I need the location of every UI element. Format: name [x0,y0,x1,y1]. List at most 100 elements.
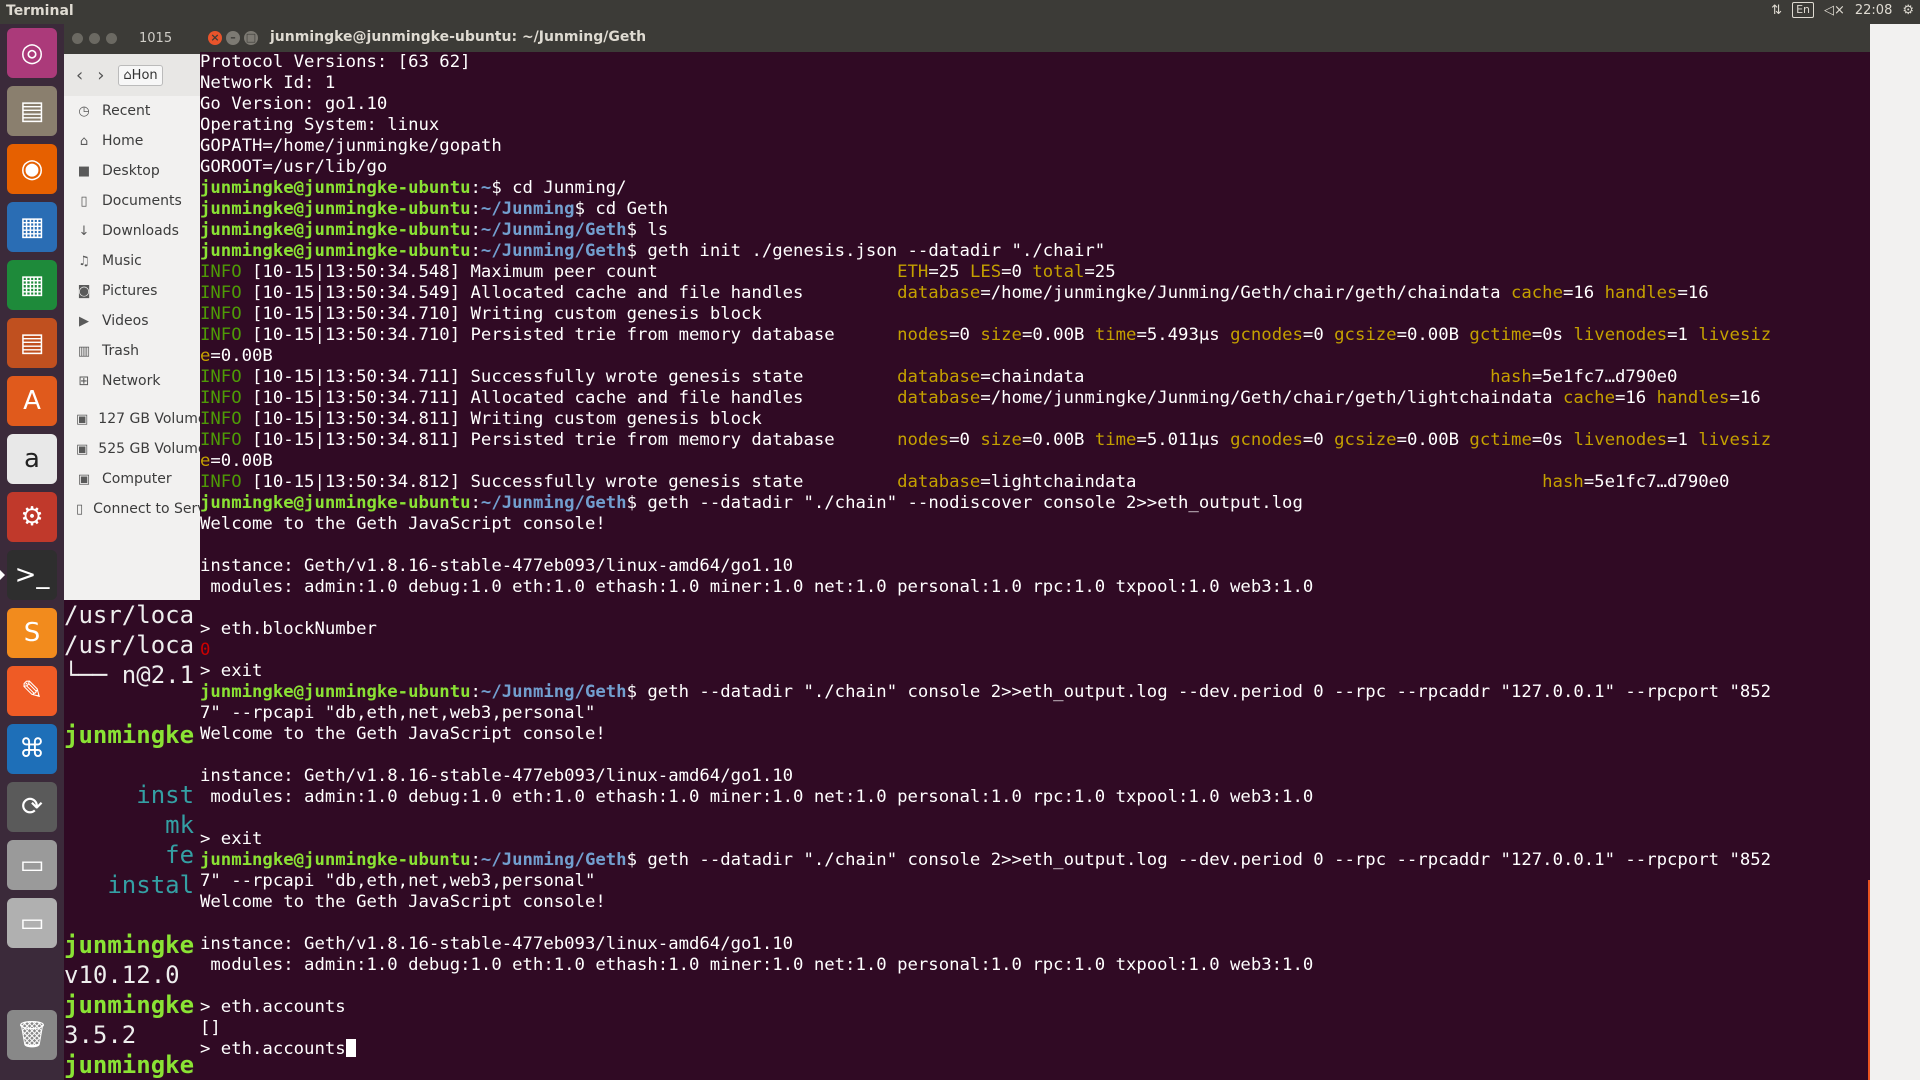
terminal-text: > exit [200,661,263,681]
sidebar-item-videos[interactable]: ▶ Videos [64,306,200,336]
terminal-text: $ geth init ./genesis.json --datadir "./… [626,241,1106,261]
launcher-libreoffice-calc-icon[interactable]: ▦ [7,260,57,310]
gear-icon[interactable]: ⚙ [1902,3,1914,18]
sidebar-item-downloads[interactable]: ↓ Downloads [64,216,200,246]
terminal-text: LES [969,262,1002,282]
sidebar-item-recent[interactable]: ◷ Recent [64,96,200,126]
terminal-text: =16 [1729,388,1761,408]
launcher-amazon-icon[interactable]: a [7,434,57,484]
terminal-line: junmingke@junmingke-ubuntu:~/Junming/Get… [200,241,1870,262]
launcher-software-updater-icon[interactable]: ⟳ [7,782,57,832]
terminal-text: GOROOT=/usr/lib/go [200,157,388,177]
file-manager-window[interactable]: 1015 ‹ › ⌂Hon ◷ Recent ⌂ Home ■ Desktop ▯ Docum… [64,24,200,600]
terminal-window[interactable]: × – □ junmingke@junmingke-ubuntu: ~/Junm… [200,24,1870,1080]
terminal-line: Protocol Versions: [63 62] [200,52,1870,73]
launcher-libreoffice-writer-icon[interactable]: ▦ [7,202,57,252]
launcher-vscode-icon[interactable]: ⌘ [7,724,57,774]
sidebar-item-documents[interactable]: ▯ Documents [64,186,200,216]
terminal-text: size [980,430,1022,450]
computer-icon: ▣ [77,471,91,487]
launcher-ubuntu-dash-icon[interactable]: ◎ [7,28,57,78]
launcher-trash-icon[interactable]: 🗑 [7,1010,57,1060]
sidebar-item-music[interactable]: ♫ Music [64,246,200,276]
terminal-line: INFO [10-15|13:50:34.710] Persisted trie… [200,325,1870,346]
background-terminal-line: mk [64,811,195,839]
terminal-line: Go Version: go1.10 [200,94,1870,115]
launcher-postman-icon[interactable]: ✎ [7,666,57,716]
launcher-drive-2-icon[interactable]: ▭ [7,898,57,948]
terminal-text: database [897,283,981,303]
sidebar-item-label: Home [102,133,144,149]
terminal-text: instance: Geth/v1.8.16-stable-477eb093/l… [200,934,794,954]
network-icon: ⊞ [78,373,90,389]
sidebar-item-trash[interactable]: ▥ Trash [64,336,200,366]
terminal-scrollbar[interactable] [1868,880,1870,1080]
terminal-text: =0 [949,325,981,345]
terminal-text: =0s [1531,325,1574,345]
terminal-text: [10-15|13:50:34.710] Writing custom gene… [241,304,762,324]
close-icon[interactable]: × [208,31,222,45]
volume-muted-icon[interactable]: ◁× [1824,3,1845,18]
terminal-text: junmingke@junmingke-ubuntu [200,241,471,261]
terminal-text: Go Version: go1.10 [200,94,388,114]
background-terminal-line: fe [64,841,195,869]
breadcrumb-home[interactable]: ⌂Hon [118,64,163,86]
launcher-software-center-icon[interactable]: A [7,376,57,426]
terminal-line: instance: Geth/v1.8.16-stable-477eb093/l… [200,556,1870,577]
sidebar-item-network[interactable]: ⊞ Network [64,366,200,396]
background-terminal[interactable]: /usr/loca/usr/loca └── n@2.1 junmingke ins… [64,600,200,1080]
sidebar-item-525-gb-volume[interactable]: ▣ 525 GB Volume [64,434,200,464]
forward-icon[interactable]: › [97,65,104,86]
sidebar-item-label: Trash [102,343,139,359]
launcher-sublime-text-icon[interactable]: S [7,608,57,658]
minimize-icon[interactable] [89,33,100,44]
launcher-files-icon[interactable]: ▤ [7,86,57,136]
maximize-icon[interactable] [106,33,117,44]
terminal-line: 7" --rpcapi "db,eth,net,web3,personal" [200,871,1870,892]
terminal-text: [10-15|13:50:34.812] Successfully wrote … [241,472,898,492]
keyboard-layout-indicator[interactable]: En [1792,2,1814,18]
close-icon[interactable] [72,33,83,44]
terminal-line: Welcome to the Geth JavaScript console! [200,514,1870,535]
terminal-text: hash [1490,367,1532,387]
network-icon[interactable]: ⇅ [1771,3,1782,18]
terminal-text: =5e1fc7…d790e0 [1583,472,1730,492]
terminal-line: instance: Geth/v1.8.16-stable-477eb093/l… [200,934,1870,955]
terminal-text: =0 [1001,262,1033,282]
launcher-drive-1-icon[interactable]: ▭ [7,840,57,890]
terminal-text: junmingke@junmingke-ubuntu [200,493,471,513]
terminal-line: modules: admin:1.0 debug:1.0 eth:1.0 eth… [200,955,1870,976]
terminal-text: [10-15|13:50:34.811] Persisted trie from… [241,430,898,450]
launcher-firefox-icon[interactable]: ◉ [7,144,57,194]
back-icon[interactable]: ‹ [76,65,83,86]
background-terminal-line: 3.5.2 [64,1021,137,1049]
terminal-line: modules: admin:1.0 debug:1.0 eth:1.0 eth… [200,787,1870,808]
sidebar-item-desktop[interactable]: ■ Desktop [64,156,200,186]
terminal-line: junmingke@junmingke-ubuntu:~/Junming/Get… [200,850,1870,871]
clock[interactable]: 22:08 [1855,3,1892,18]
terminal-line: Welcome to the Geth JavaScript console! [200,724,1870,745]
launcher-system-settings-icon[interactable]: ⚙ [7,492,57,542]
terminal-line: Operating System: linux [200,115,1870,136]
sidebar-item-pictures[interactable]: ◙ Pictures [64,276,200,306]
terminal-text: junmingke@junmingke-ubuntu [200,682,471,702]
terminal-text: [10-15|13:50:34.711] Allocated cache and… [241,388,898,408]
minimize-icon[interactable]: – [226,31,240,45]
terminal-text: [10-15|13:50:34.710] Persisted trie from… [241,325,898,345]
terminal-text: : [470,199,481,219]
sidebar-item-label: Network [102,373,161,389]
maximize-icon[interactable]: □ [244,31,258,45]
sidebar-item-computer[interactable]: ▣ Computer [64,464,200,494]
launcher-libreoffice-impress-icon[interactable]: ▤ [7,318,57,368]
server-icon: ▯ [76,501,84,517]
terminal-output[interactable]: Protocol Versions: [63 62] Network Id: 1G… [200,52,1870,1080]
system-tray: ⇅ En ◁× 22:08 ⚙ [1771,2,1914,18]
terminal-text: Welcome to the Geth JavaScript console! [200,892,606,912]
sidebar-item-connect-to-server[interactable]: ▯ Connect to Server [64,494,200,524]
sidebar-item-home[interactable]: ⌂ Home [64,126,200,156]
terminal-text: =0.00B [1021,430,1095,450]
sidebar-item-127-gb-volume[interactable]: ▣ 127 GB Volume [64,404,200,434]
launcher-terminal-icon[interactable]: >_ [0,550,57,600]
terminal-line: junmingke@junmingke-ubuntu:~/Junming/Get… [200,493,1870,514]
terminal-text: [10-15|13:50:34.548] Maximum peer count [241,262,898,282]
